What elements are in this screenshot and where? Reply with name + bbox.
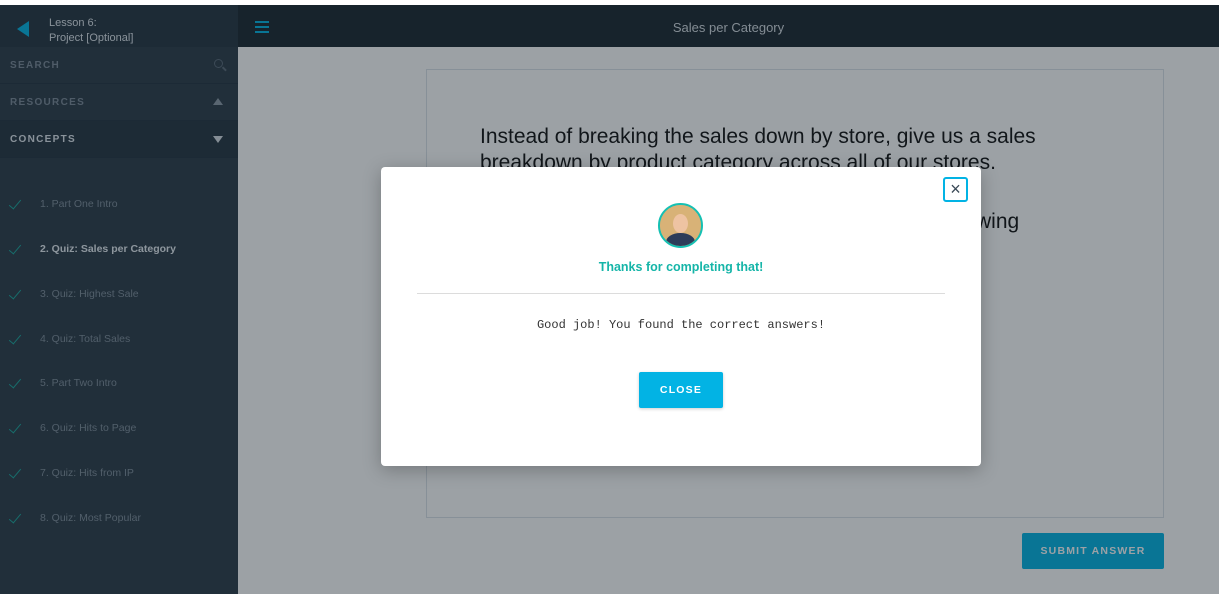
top-edge — [0, 0, 1219, 5]
modal-message: Good job! You found the correct answers! — [536, 318, 826, 332]
close-button[interactable]: CLOSE — [639, 372, 723, 408]
divider — [417, 293, 945, 294]
close-icon[interactable]: × — [943, 177, 968, 202]
modal-heading: Thanks for completing that! — [598, 260, 764, 274]
instructor-avatar — [658, 203, 703, 248]
completion-modal: × Thanks for completing that! Good job! … — [381, 167, 981, 466]
